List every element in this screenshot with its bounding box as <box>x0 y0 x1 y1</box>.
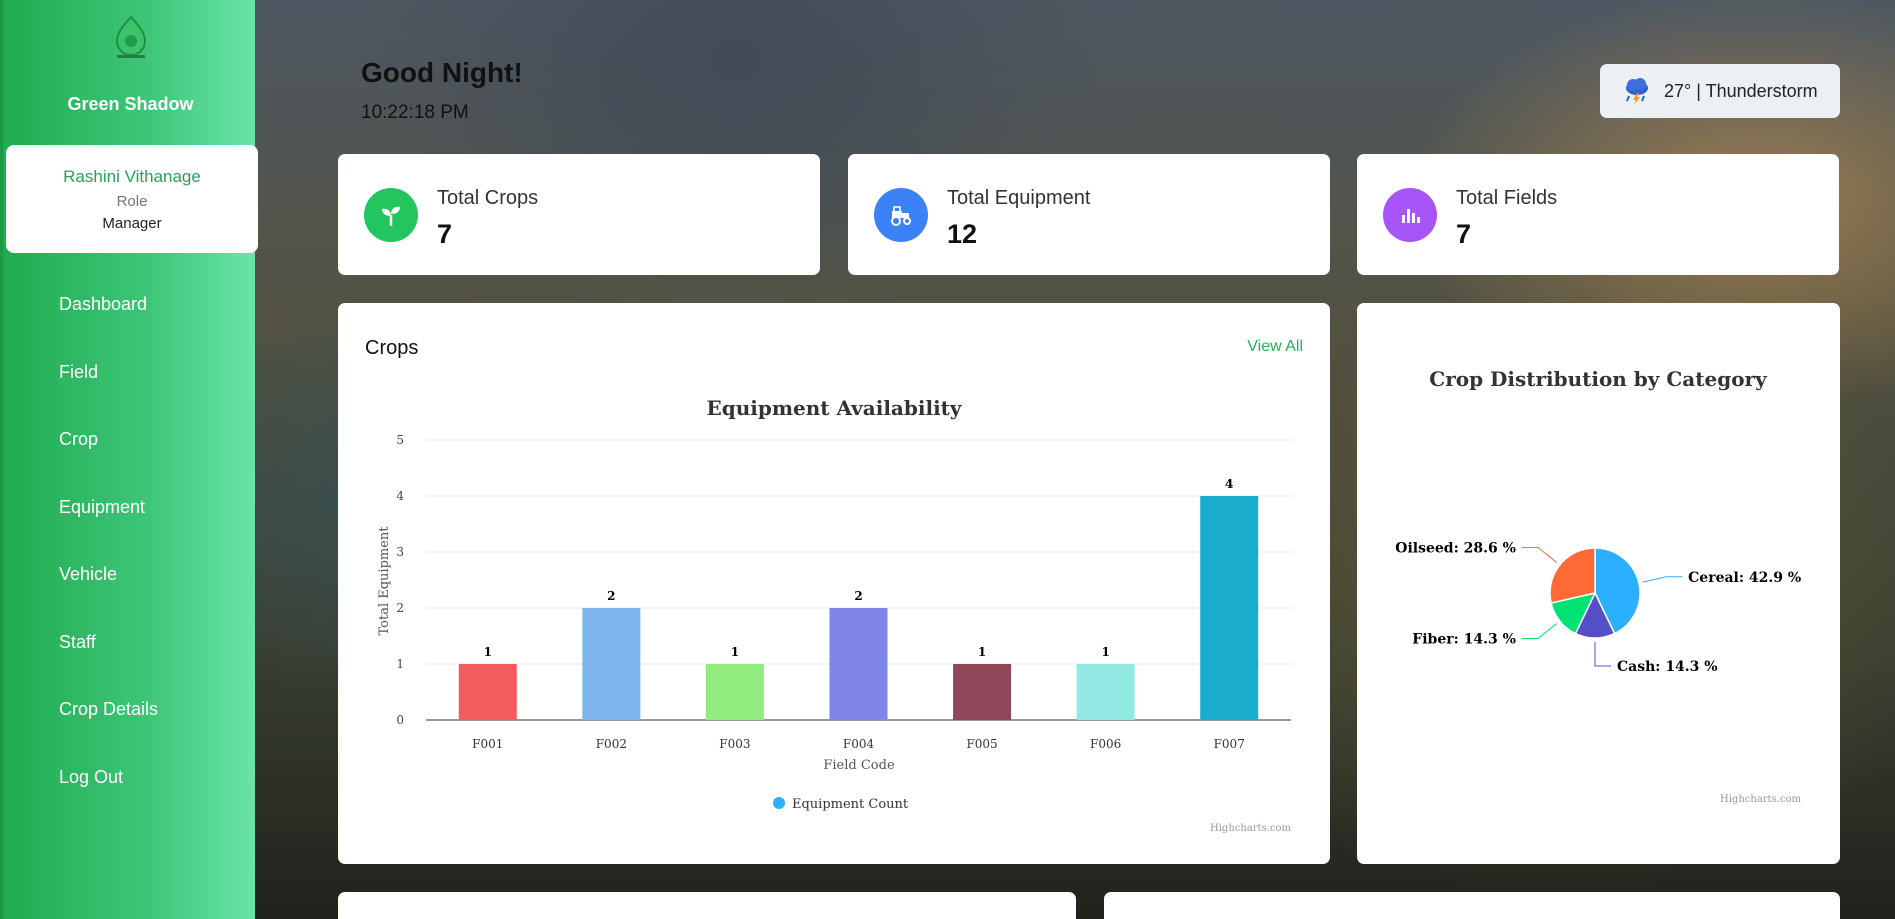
stat-value: 12 <box>947 219 978 249</box>
clock: 10:22:18 PM <box>361 102 469 123</box>
crop-distribution-panel: Crop Distribution by Category Cereal: 42… <box>1357 303 1840 864</box>
data-label: 1 <box>731 645 739 659</box>
pie-label: Fiber: 14.3 % <box>1412 632 1516 648</box>
y-axis-title: Total Equipment <box>377 526 392 636</box>
stat-value: 7 <box>1456 219 1472 249</box>
sidebar-item-crop[interactable]: Crop <box>59 417 158 485</box>
weather-text: 27° | Thunderstorm <box>1664 80 1818 101</box>
y-tick-label: 0 <box>396 713 404 727</box>
y-tick-label: 1 <box>396 657 404 671</box>
greeting: Good Night! <box>361 57 523 88</box>
sidebar-item-dashboard[interactable]: Dashboard <box>59 282 158 350</box>
lower-panel-left <box>338 892 1076 919</box>
lower-panel-right <box>1104 892 1840 919</box>
x-tick-label: F001 <box>472 737 503 751</box>
x-tick-label: F007 <box>1214 737 1245 751</box>
data-label: 1 <box>484 645 492 659</box>
connector-line <box>1521 546 1558 563</box>
sprout-icon <box>364 188 418 242</box>
stat-value: 7 <box>437 219 453 249</box>
y-tick-label: 2 <box>396 601 404 615</box>
pie-label: Oilseed: 28.6 % <box>1395 540 1516 556</box>
pie-label: Cereal: 42.9 % <box>1688 570 1801 586</box>
y-tick-label: 5 <box>396 433 404 447</box>
sidebar-item-crop-details[interactable]: Crop Details <box>59 687 158 755</box>
data-label: 1 <box>978 645 986 659</box>
x-axis-title: Field Code <box>823 758 895 773</box>
data-label: 4 <box>1225 477 1233 491</box>
crop-distribution-pie-chart: Crop Distribution by Category Cereal: 42… <box>1395 367 1801 805</box>
app-logo-icon <box>115 15 147 58</box>
sidebar-item-log-out[interactable]: Log Out <box>59 755 158 823</box>
data-label: 2 <box>854 589 862 603</box>
y-tick-label: 4 <box>396 489 404 503</box>
y-tick-label: 3 <box>396 545 404 559</box>
chart-title: Crop Distribution by Category <box>1429 367 1768 391</box>
stat-label: Total Equipment <box>947 187 1091 209</box>
bar-f001[interactable] <box>458 664 517 720</box>
pie-slice-oilseed[interactable] <box>1549 547 1596 604</box>
legend-label[interactable]: Equipment Count <box>792 797 909 812</box>
thunderstorm-icon <box>1626 78 1648 105</box>
weather-widget: 27° | Thunderstorm <box>1600 64 1840 118</box>
sidebar: Green Shadow Rashini Vithanage Role Mana… <box>0 0 258 919</box>
x-tick-label: F005 <box>966 737 997 751</box>
crops-panel: Crops View All Equipment Availability 01… <box>338 303 1330 864</box>
bar-f006[interactable] <box>1076 664 1135 720</box>
chart-title: Equipment Availability <box>706 396 962 420</box>
equipment-bar-chart: Equipment Availability 0 1 2 3 4 5 1 F001 2 F002… <box>377 396 1292 834</box>
sidebar-item-vehicle[interactable]: Vehicle <box>59 552 158 620</box>
chart-credit: Highcharts.com <box>1720 794 1801 805</box>
sidebar-item-staff[interactable]: Staff <box>59 620 158 688</box>
stat-card-equipment[interactable]: Total Equipment 12 <box>848 154 1330 275</box>
user-card: Rashini Vithanage Role Manager <box>6 145 258 253</box>
connector-line <box>1521 623 1558 640</box>
sidebar-nav: Dashboard Field Crop Equipment Vehicle S… <box>59 282 158 822</box>
bar-f005[interactable] <box>953 664 1012 720</box>
sidebar-item-equipment[interactable]: Equipment <box>59 485 158 553</box>
pie-label: Cash: 14.3 % <box>1617 659 1718 675</box>
x-tick-label: F006 <box>1090 737 1121 751</box>
x-tick-label: F002 <box>596 737 627 751</box>
user-role-label: Role <box>116 193 148 210</box>
bar-chart-icon <box>1383 188 1437 242</box>
legend-marker <box>773 797 785 809</box>
bar-f003[interactable] <box>705 664 764 720</box>
user-name: Rashini Vithanage <box>63 167 201 186</box>
data-label: 2 <box>607 589 615 603</box>
connector-line <box>1642 576 1683 583</box>
chart-credit: Highcharts.com <box>1210 823 1291 834</box>
bar-f004[interactable] <box>829 608 888 720</box>
brand-name: Green Shadow <box>67 94 194 114</box>
stat-card-fields[interactable]: Total Fields 7 <box>1357 154 1839 275</box>
stat-label: Total Fields <box>1456 187 1558 209</box>
user-role: Manager <box>102 215 162 232</box>
bar-f002[interactable] <box>582 608 641 720</box>
bar-f007[interactable] <box>1200 496 1259 720</box>
sidebar-item-field[interactable]: Field <box>59 350 158 418</box>
connector-line <box>1594 642 1611 667</box>
x-tick-label: F003 <box>719 737 750 751</box>
stat-card-crops[interactable]: Total Crops 7 <box>338 154 820 275</box>
x-tick-label: F004 <box>843 737 875 751</box>
data-label: 1 <box>1101 645 1109 659</box>
stat-label: Total Crops <box>437 187 539 209</box>
tractor-icon <box>874 188 928 242</box>
